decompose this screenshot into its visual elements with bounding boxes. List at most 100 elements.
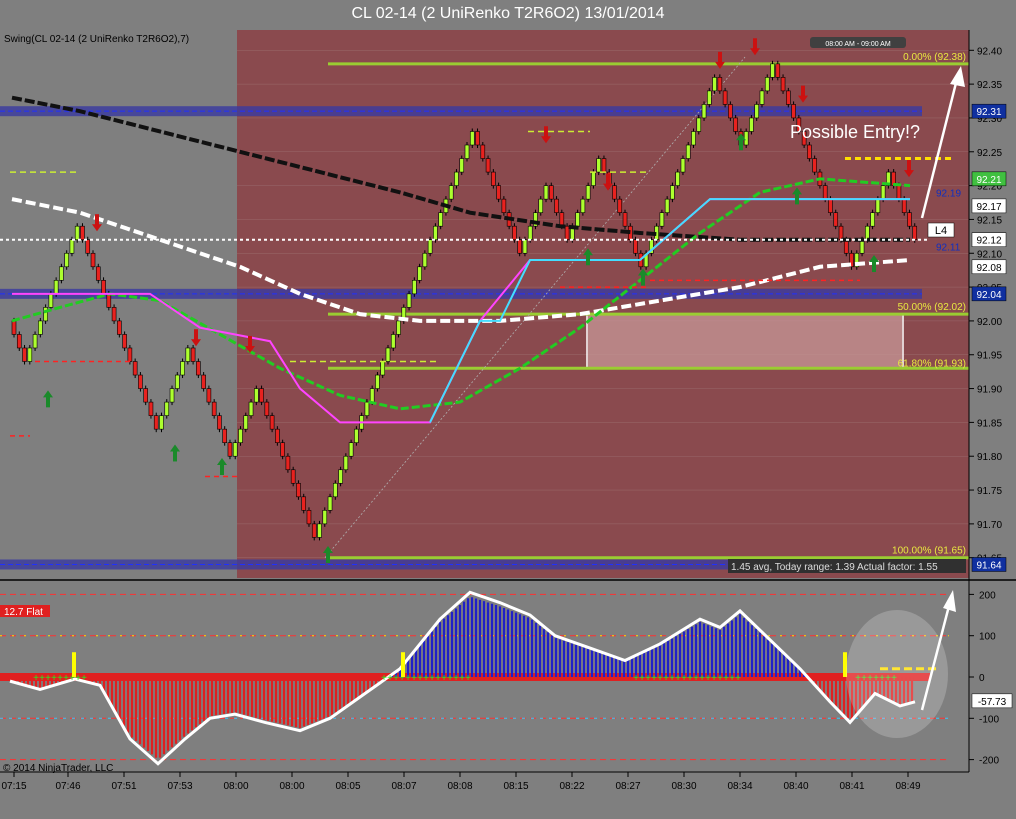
- renko-brick: [311, 523, 317, 538]
- yellow-marker: [72, 652, 76, 677]
- osc-y-tick-label: 200: [979, 590, 996, 601]
- renko-brick: [786, 90, 791, 105]
- chart-canvas[interactable]: + + + + + + + + + + + + + + + + + + + + + + + + + + + + + + + + + + + + + + + +…: [0, 0, 1016, 819]
- renko-brick: [865, 225, 870, 241]
- renko-brick: [554, 198, 559, 213]
- renko-brick: [828, 198, 833, 213]
- renko-brick: [633, 239, 638, 254]
- osc-y-tick-label: -100: [979, 714, 999, 725]
- renko-brick: [101, 280, 106, 295]
- renko-brick: [222, 428, 227, 443]
- renko-brick: [80, 225, 85, 241]
- x-tick-label: 08:34: [727, 781, 752, 792]
- renko-brick: [132, 361, 138, 376]
- x-tick-label: 08:00: [223, 781, 248, 792]
- renko-brick: [728, 104, 733, 119]
- y-tick-label: 91.95: [977, 351, 1002, 362]
- renko-brick: [248, 401, 254, 416]
- renko-brick: [164, 401, 170, 416]
- renko-brick: [527, 225, 533, 241]
- renko-brick: [717, 77, 723, 92]
- y-tick-label: 91.85: [977, 418, 1002, 429]
- renko-brick: [364, 401, 370, 416]
- renko-brick: [469, 131, 475, 146]
- renko-brick: [196, 361, 201, 376]
- renko-brick: [280, 442, 285, 457]
- fib-label: 0.00% (92.38): [903, 52, 966, 63]
- renko-brick: [306, 510, 312, 525]
- renko-brick: [290, 469, 296, 484]
- renko-brick: [375, 374, 380, 389]
- renko-brick: [143, 388, 148, 403]
- renko-brick: [343, 455, 349, 471]
- renko-brick: [243, 415, 249, 430]
- renko-brick: [675, 171, 680, 186]
- renko-brick: [412, 280, 417, 295]
- x-tick-label: 08:41: [839, 781, 864, 792]
- renko-brick: [254, 388, 259, 403]
- renko-brick: [522, 239, 528, 254]
- renko-brick: [559, 212, 565, 227]
- x-tick-label: 08:07: [391, 781, 416, 792]
- renko-brick: [485, 158, 491, 173]
- x-tick-label: 07:46: [55, 781, 80, 792]
- osc-y-tick-label: 100: [979, 632, 996, 643]
- renko-brick: [517, 239, 522, 254]
- renko-brick: [733, 117, 738, 132]
- x-tick-label: 08:22: [559, 781, 584, 792]
- renko-brick: [907, 212, 912, 227]
- renko-brick: [764, 77, 770, 92]
- renko-brick: [11, 320, 17, 335]
- renko-brick: [16, 334, 22, 349]
- renko-brick: [275, 428, 280, 443]
- renko-brick: [680, 158, 686, 173]
- renko-brick: [496, 185, 501, 200]
- renko-brick: [564, 225, 570, 241]
- x-tick-label: 08:00: [279, 781, 304, 792]
- yellow-marker: [401, 652, 405, 677]
- renko-brick: [896, 185, 902, 200]
- renko-brick: [659, 212, 665, 227]
- x-tick-label: 08:15: [503, 781, 528, 792]
- renko-brick: [259, 388, 264, 403]
- renko-brick: [838, 225, 844, 241]
- y-tick-label: 91.80: [977, 452, 1002, 463]
- renko-brick: [822, 185, 828, 200]
- renko-brick: [322, 510, 328, 525]
- renko-brick: [601, 158, 607, 173]
- renko-brick: [148, 401, 154, 416]
- renko-brick: [870, 212, 875, 227]
- renko-brick: [438, 212, 443, 227]
- renko-brick: [348, 442, 354, 457]
- renko-brick: [159, 415, 164, 430]
- renko-brick: [912, 225, 918, 241]
- price-tag-label: 92.12: [976, 236, 1001, 247]
- fib-label: 50.00% (92.02): [898, 302, 966, 313]
- renko-brick: [301, 496, 307, 511]
- osc-y-tick-label: 0: [979, 673, 985, 684]
- renko-brick: [180, 361, 185, 376]
- renko-brick: [201, 374, 206, 389]
- x-tick-label: 08:05: [335, 781, 360, 792]
- renko-brick: [174, 374, 180, 389]
- renko-brick: [117, 320, 122, 335]
- renko-brick: [691, 131, 696, 146]
- renko-brick: [127, 347, 133, 362]
- renko-brick: [448, 185, 454, 200]
- renko-brick: [575, 212, 580, 227]
- price-tag-inline: 92.19: [936, 188, 961, 199]
- renko-brick: [612, 185, 617, 200]
- plus-marker: +: [81, 673, 87, 684]
- renko-brick: [707, 90, 712, 105]
- x-tick-label: 07:15: [1, 781, 26, 792]
- renko-brick: [64, 252, 69, 268]
- x-tick-label: 07:53: [167, 781, 192, 792]
- price-tag-label: 92.31: [976, 107, 1001, 118]
- renko-brick: [701, 104, 707, 119]
- renko-brick: [475, 131, 480, 146]
- renko-brick: [211, 401, 217, 416]
- renko-brick: [538, 198, 544, 213]
- renko-brick: [190, 347, 196, 362]
- renko-brick: [491, 171, 496, 186]
- renko-brick: [712, 77, 717, 92]
